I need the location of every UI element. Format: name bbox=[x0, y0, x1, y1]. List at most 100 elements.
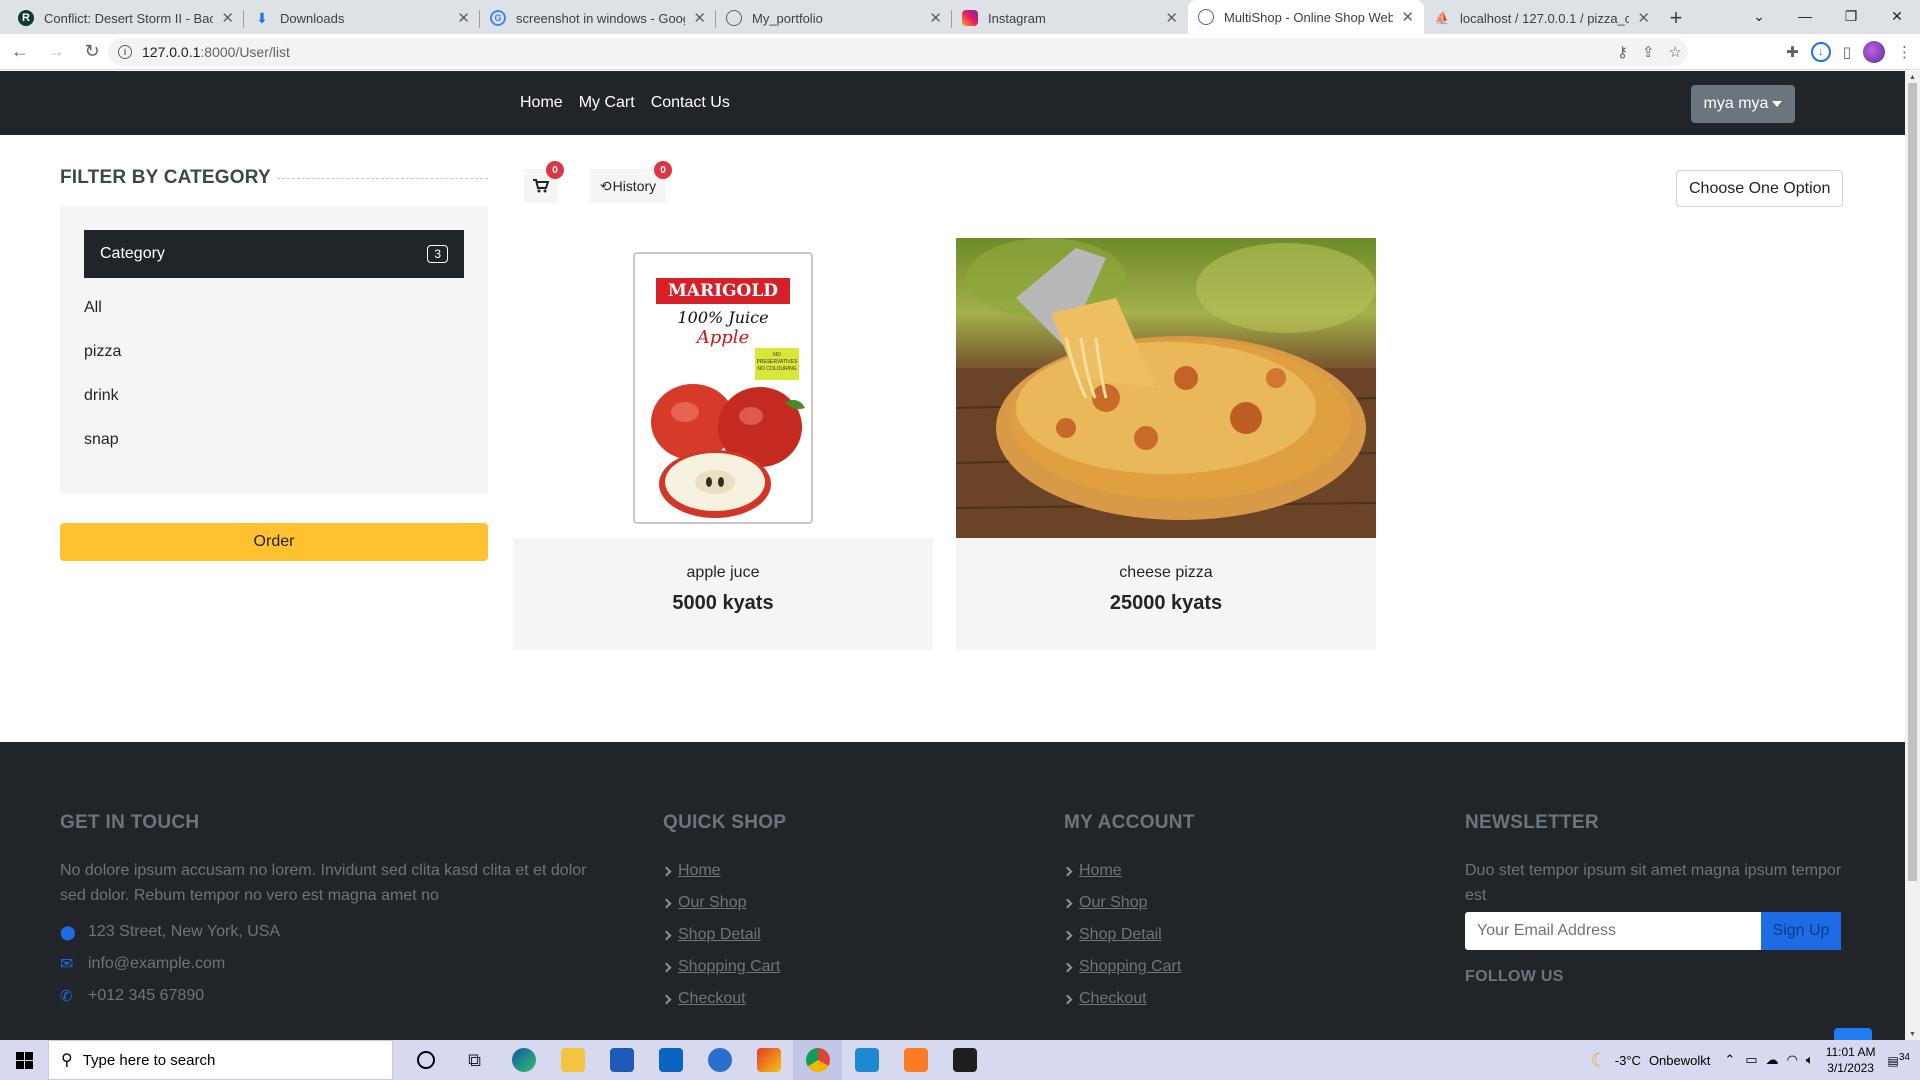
nav-link-my-cart[interactable]: My Cart bbox=[579, 94, 635, 112]
address-bar[interactable]: i 127.0.0.1:8000/User/list ⚷ ⇪ ☆ bbox=[108, 38, 1688, 66]
taskbar-app-explorer[interactable] bbox=[548, 1040, 597, 1080]
footer-heading: MY ACCOUNT bbox=[1064, 812, 1195, 833]
minimize-button[interactable]: — bbox=[1782, 0, 1828, 32]
cortana-button[interactable] bbox=[401, 1040, 450, 1080]
scroll-up-arrow[interactable]: ▲ bbox=[1905, 71, 1920, 83]
apple-illustration bbox=[651, 384, 805, 518]
product-card[interactable]: cheese pizza 25000 kyats bbox=[956, 238, 1376, 650]
cart-button[interactable]: 0 bbox=[524, 161, 564, 203]
category-item-snap[interactable]: snap bbox=[84, 418, 464, 462]
close-icon[interactable]: ✕ bbox=[1637, 9, 1650, 27]
nav-link-contact-us[interactable]: Contact Us bbox=[651, 94, 730, 112]
browser-tab[interactable]: Instagram ✕ bbox=[952, 2, 1188, 34]
browser-tab[interactable]: R Conflict: Desert Storm II - Back to ✕ bbox=[8, 2, 244, 34]
extensions-icon[interactable]: ✚ bbox=[1786, 43, 1799, 61]
chevron-up-icon[interactable]: ⌃ bbox=[1724, 1052, 1735, 1068]
cloud-icon[interactable]: ☁ bbox=[1766, 1052, 1779, 1068]
footer-link[interactable]: Shop Detail bbox=[661, 919, 780, 951]
star-icon[interactable]: ☆ bbox=[1669, 43, 1682, 61]
footer-link[interactable]: Shop Detail bbox=[1062, 919, 1181, 951]
back-icon[interactable]: ← bbox=[4, 36, 36, 68]
footer-link[interactable]: Shopping Cart bbox=[1062, 951, 1181, 983]
browser-toolbar: ← → ↻ i 127.0.0.1:8000/User/list ⚷ ⇪ ☆ ✚… bbox=[0, 34, 1920, 70]
category-item-all[interactable]: All bbox=[84, 286, 464, 330]
map-marker-icon: ⬤ bbox=[60, 923, 76, 940]
close-icon[interactable]: ✕ bbox=[221, 9, 234, 27]
footer-link[interactable]: Our Shop bbox=[1062, 887, 1181, 919]
key-icon[interactable]: ⚷ bbox=[1617, 43, 1628, 61]
close-window-button[interactable]: ✕ bbox=[1874, 0, 1920, 32]
url-path: :8000/User/list bbox=[200, 44, 290, 60]
product-name[interactable]: apple juce bbox=[513, 564, 933, 582]
weather-temp[interactable]: -3°C bbox=[1615, 1053, 1641, 1068]
taskbar-app-xampp[interactable] bbox=[891, 1040, 940, 1080]
footer-link[interactable]: Home bbox=[661, 855, 780, 887]
browser-tab[interactable]: ⬇ Downloads ✕ bbox=[244, 2, 480, 34]
wifi-icon[interactable]: ◠ bbox=[1787, 1052, 1798, 1068]
reload-icon[interactable]: ↻ bbox=[76, 36, 108, 68]
history-button[interactable]: ⟲ History 0 bbox=[590, 161, 672, 203]
download-icon[interactable]: ↓ bbox=[1810, 42, 1831, 62]
footer-link[interactable]: Our Shop bbox=[661, 887, 780, 919]
taskbar-app-settings[interactable] bbox=[695, 1040, 744, 1080]
scroll-down-arrow[interactable]: ▼ bbox=[1905, 1028, 1920, 1040]
google-icon: G bbox=[490, 10, 506, 26]
taskbar-app-game[interactable] bbox=[744, 1040, 793, 1080]
category-item-drink[interactable]: drink bbox=[84, 374, 464, 418]
category-item-pizza[interactable]: pizza bbox=[84, 330, 464, 374]
taskbar-clock[interactable]: 11:01 AM 3/1/2023 bbox=[1826, 1044, 1876, 1076]
product-card[interactable]: MARIGOLD 100% Juice Apple NO PRESERVATIV… bbox=[513, 238, 933, 650]
volume-icon[interactable]: 🔈︎ bbox=[1806, 1052, 1814, 1068]
product-image-apple-juice[interactable]: MARIGOLD 100% Juice Apple NO PRESERVATIV… bbox=[513, 238, 933, 538]
side-panel-icon[interactable]: ▯ bbox=[1843, 43, 1851, 61]
contact-phone: +012 345 67890 bbox=[88, 987, 205, 1004]
product-price: 5000 kyats bbox=[672, 592, 774, 614]
start-button[interactable] bbox=[0, 1040, 48, 1080]
product-image-cheese-pizza[interactable] bbox=[956, 238, 1376, 538]
chrome-icon bbox=[805, 1048, 830, 1072]
user-dropdown-button[interactable]: mya mya bbox=[1691, 85, 1795, 123]
battery-icon[interactable]: ▭ bbox=[1745, 1052, 1757, 1068]
taskbar-search[interactable]: ⚲ Type here to search bbox=[48, 1040, 393, 1080]
back-to-top-button[interactable]: ︽ bbox=[1834, 1028, 1872, 1040]
tab-search-icon[interactable]: ⌄ bbox=[1736, 0, 1782, 32]
nav-link-home[interactable]: Home bbox=[520, 94, 563, 112]
close-icon[interactable]: ✕ bbox=[1401, 8, 1414, 26]
footer-link[interactable]: Checkout bbox=[1062, 983, 1181, 1015]
footer-link[interactable]: Checkout bbox=[661, 983, 780, 1015]
menu-icon[interactable]: ⋮ bbox=[1897, 43, 1912, 61]
close-icon[interactable]: ✕ bbox=[693, 9, 706, 27]
close-icon[interactable]: ✕ bbox=[457, 9, 470, 27]
taskbar-app-edge[interactable] bbox=[499, 1040, 548, 1080]
weather-desc[interactable]: Onbewolkt bbox=[1649, 1053, 1710, 1068]
profile-avatar[interactable] bbox=[1863, 41, 1885, 63]
new-tab-button[interactable]: + bbox=[1660, 2, 1692, 34]
taskbar-app-vscode[interactable] bbox=[842, 1040, 891, 1080]
taskbar-app-terminal[interactable] bbox=[940, 1040, 989, 1080]
share-icon[interactable]: ⇪ bbox=[1642, 43, 1655, 61]
newsletter-email-input[interactable]: Your Email Address bbox=[1465, 912, 1761, 950]
browser-tab[interactable]: My_portfolio ✕ bbox=[716, 2, 952, 34]
order-button[interactable]: Order bbox=[60, 523, 488, 561]
browser-tab[interactable]: ⛵ localhost / 127.0.0.1 / pizza_ord ✕ bbox=[1424, 2, 1660, 34]
footer-link[interactable]: Shopping Cart bbox=[661, 951, 780, 983]
close-icon[interactable]: ✕ bbox=[929, 9, 942, 27]
close-icon[interactable]: ✕ bbox=[1165, 9, 1178, 27]
restore-button[interactable]: ❐ bbox=[1828, 0, 1874, 32]
forward-icon[interactable]: → bbox=[40, 36, 72, 68]
info-icon[interactable]: i bbox=[118, 45, 132, 59]
newsletter-signup-button[interactable]: Sign Up bbox=[1761, 912, 1841, 950]
taskbar-app-chrome[interactable] bbox=[793, 1040, 842, 1080]
notification-center-icon[interactable]: ▤34 bbox=[1888, 1052, 1910, 1068]
taskbar-app-store[interactable] bbox=[597, 1040, 646, 1080]
task-view-button[interactable]: ⧉ bbox=[450, 1040, 499, 1080]
page-scrollbar[interactable]: ▲ ▼ bbox=[1905, 71, 1920, 1040]
taskbar-app-mail[interactable] bbox=[646, 1040, 695, 1080]
product-name[interactable]: cheese pizza bbox=[956, 564, 1376, 582]
footer-about-text: No dolore ipsum accusam no lorem. Invidu… bbox=[60, 862, 587, 904]
sort-select[interactable]: Choose One Option bbox=[1676, 170, 1843, 207]
browser-tab-active[interactable]: MultiShop - Online Shop Websi ✕ bbox=[1188, 0, 1424, 34]
footer-link[interactable]: Home bbox=[1062, 855, 1181, 887]
browser-tab[interactable]: G screenshot in windows - Google ✕ bbox=[480, 2, 716, 34]
scrollbar-thumb[interactable] bbox=[1908, 83, 1917, 881]
